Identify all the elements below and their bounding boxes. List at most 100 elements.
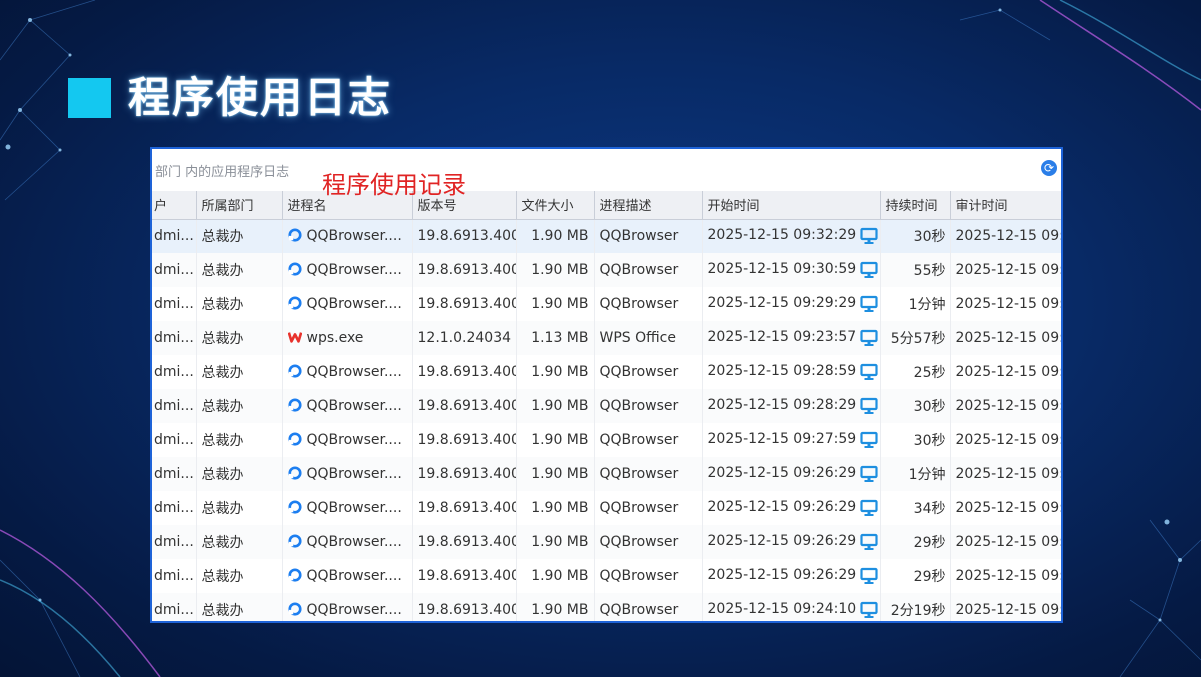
cell-dept: 总裁办: [196, 219, 283, 253]
col-header-description[interactable]: 进程描述: [594, 191, 703, 220]
col-header-size[interactable]: 文件大小: [516, 191, 595, 220]
cell-dept: 总裁办: [196, 253, 283, 287]
cell-size: 1.90 MB: [516, 253, 595, 287]
cell-process: QQBrowser....: [282, 525, 413, 559]
cell-size: 1.90 MB: [516, 287, 595, 321]
cell-version: 19.8.6913.400: [412, 355, 517, 389]
cell-version: 19.8.6913.400: [412, 491, 517, 525]
cell-duration: 29秒: [880, 525, 951, 559]
process-name: QQBrowser....: [306, 568, 402, 584]
cell-description: QQBrowser: [594, 525, 703, 559]
cell-dept: 总裁办: [196, 491, 283, 525]
cell-process: QQBrowser....: [282, 287, 413, 321]
cell-user: dmi...: [152, 457, 197, 491]
cell-description: QQBrowser: [594, 423, 703, 457]
cell-duration: 1分钟: [880, 457, 951, 491]
cell-audit-time: 2025-12-15 09:2: [950, 389, 1061, 423]
table-row[interactable]: dmi... 总裁办 QQBrowser.... 19.8.6913.400 1.90 …: [152, 423, 1061, 457]
table-row[interactable]: dmi... 总裁办 QQBrowser.... 19.8.6913.400 1.90 …: [152, 287, 1061, 321]
process-name: QQBrowser....: [306, 398, 402, 414]
cell-description: QQBrowser: [594, 559, 703, 593]
cell-version: 19.8.6913.400: [412, 457, 517, 491]
cell-size: 1.90 MB: [516, 559, 595, 593]
table-row[interactable]: dmi... 总裁办 QQBrowser.... 19.8.6913.400 1.90 …: [152, 253, 1061, 287]
table-row[interactable]: dmi... 总裁办 QQBrowser.... 19.8.6913.400 1.90 …: [152, 525, 1061, 559]
cell-start-time: 2025-12-15 09:26:29: [702, 457, 881, 491]
cell-audit-time: 2025-12-15 09:2: [950, 559, 1061, 593]
cell-version: 12.1.0.24034: [412, 321, 517, 355]
cell-audit-time: 2025-12-15 09:2: [950, 593, 1061, 621]
cell-dept: 总裁办: [196, 389, 283, 423]
col-header-duration[interactable]: 持续时间: [880, 191, 951, 220]
cell-start-time: 2025-12-15 09:28:29: [702, 389, 881, 423]
start-time-text: 2025-12-15 09:26:29: [707, 567, 857, 583]
cell-process: QQBrowser....: [282, 253, 413, 287]
cell-dept: 总裁办: [196, 423, 283, 457]
cell-version: 19.8.6913.400: [412, 287, 517, 321]
cell-duration: 29秒: [880, 559, 951, 593]
cell-description: WPS Office: [594, 321, 703, 355]
qqbrowser-icon: [287, 568, 307, 584]
cell-audit-time: 2025-12-15 09:2: [950, 525, 1061, 559]
col-header-user[interactable]: 户: [152, 191, 197, 220]
cell-audit-time: 2025-12-15 09:2: [950, 423, 1061, 457]
start-time-text: 2025-12-15 09:26:29: [707, 499, 857, 515]
table-header-row: 户 所属部门 进程名 版本号 文件大小 进程描述 开始时间 持续时间 审计时间: [152, 191, 1061, 220]
refresh-icon[interactable]: ⟳: [1041, 160, 1057, 176]
wps-icon: [287, 330, 307, 346]
process-name: QQBrowser....: [306, 364, 402, 380]
process-name: QQBrowser....: [306, 228, 402, 245]
annotation-label: 程序使用记录: [322, 171, 466, 199]
cell-size: 1.90 MB: [516, 457, 595, 491]
table-row[interactable]: dmi... 总裁办 QQBrowser.... 19.8.6913.400 1.90 …: [152, 355, 1061, 389]
cell-duration: 2分19秒: [880, 593, 951, 621]
cell-process: QQBrowser....: [282, 491, 413, 525]
cell-size: 1.13 MB: [516, 321, 595, 355]
table-row[interactable]: dmi... 总裁办 QQBrowser.... 19.8.6913.400 1.90 …: [152, 593, 1061, 621]
cell-dept: 总裁办: [196, 525, 283, 559]
cell-duration: 34秒: [880, 491, 951, 525]
cell-process: QQBrowser....: [282, 389, 413, 423]
qqbrowser-icon: [287, 398, 307, 414]
cell-size: 1.90 MB: [516, 423, 595, 457]
cell-size: 1.90 MB: [516, 219, 595, 253]
cell-size: 1.90 MB: [516, 491, 595, 525]
process-name: wps.exe: [306, 330, 364, 346]
cell-description: QQBrowser: [594, 389, 703, 423]
cell-duration: 30秒: [880, 219, 951, 253]
start-time-text: 2025-12-15 09:32:29: [707, 227, 857, 244]
process-name: QQBrowser....: [306, 602, 402, 618]
process-name: QQBrowser....: [306, 296, 402, 312]
window-topbar: 部门 内的应用程序日志 ⟳: [152, 149, 1061, 191]
cell-dept: 总裁办: [196, 287, 283, 321]
cell-dept: 总裁办: [196, 321, 283, 355]
cell-duration: 30秒: [880, 423, 951, 457]
col-header-start-time[interactable]: 开始时间: [702, 191, 881, 220]
table-row[interactable]: dmi... 总裁办 QQBrowser.... 19.8.6913.400 1.90 …: [152, 389, 1061, 423]
cell-duration: 25秒: [880, 355, 951, 389]
title-accent-block: [68, 78, 111, 118]
cell-audit-time: 2025-12-15 09:2: [950, 321, 1061, 355]
table-row[interactable]: dmi... 总裁办 wps.exe 12.1.0.24034 1.13 MB WPS O…: [152, 321, 1061, 355]
cell-audit-time: 2025-12-15 09:2: [950, 457, 1061, 491]
table-row[interactable]: dmi... 总裁办 QQBrowser.... 19.8.6913.400 1.90 …: [152, 491, 1061, 525]
cell-dept: 总裁办: [196, 457, 283, 491]
cell-process: QQBrowser....: [282, 559, 413, 593]
cell-process: QQBrowser....: [282, 355, 413, 389]
cell-user: dmi...: [152, 559, 197, 593]
process-name: QQBrowser....: [306, 466, 402, 482]
cell-user: dmi...: [152, 219, 197, 253]
table-row[interactable]: dmi... 总裁办 QQBrowser.... 19.8.6913.400 1.90 …: [152, 219, 1061, 253]
cell-start-time: 2025-12-15 09:27:59: [702, 423, 881, 457]
cell-start-time: 2025-12-15 09:26:29: [702, 559, 881, 593]
qqbrowser-icon: [287, 500, 307, 516]
table-row[interactable]: dmi... 总裁办 QQBrowser.... 19.8.6913.400 1.90 …: [152, 457, 1061, 491]
cell-start-time: 2025-12-15 09:32:29: [702, 219, 881, 253]
col-header-audit-time[interactable]: 审计时间: [950, 191, 1061, 220]
cell-size: 1.90 MB: [516, 389, 595, 423]
table-row[interactable]: dmi... 总裁办 QQBrowser.... 19.8.6913.400 1.90 …: [152, 559, 1061, 593]
col-header-dept[interactable]: 所属部门: [196, 191, 283, 220]
start-time-text: 2025-12-15 09:28:29: [707, 397, 857, 413]
search-hint: 部门 内的应用程序日志: [155, 165, 290, 180]
table-body: dmi... 总裁办 QQBrowser.... 19.8.6913.400 1.90 …: [152, 219, 1061, 621]
